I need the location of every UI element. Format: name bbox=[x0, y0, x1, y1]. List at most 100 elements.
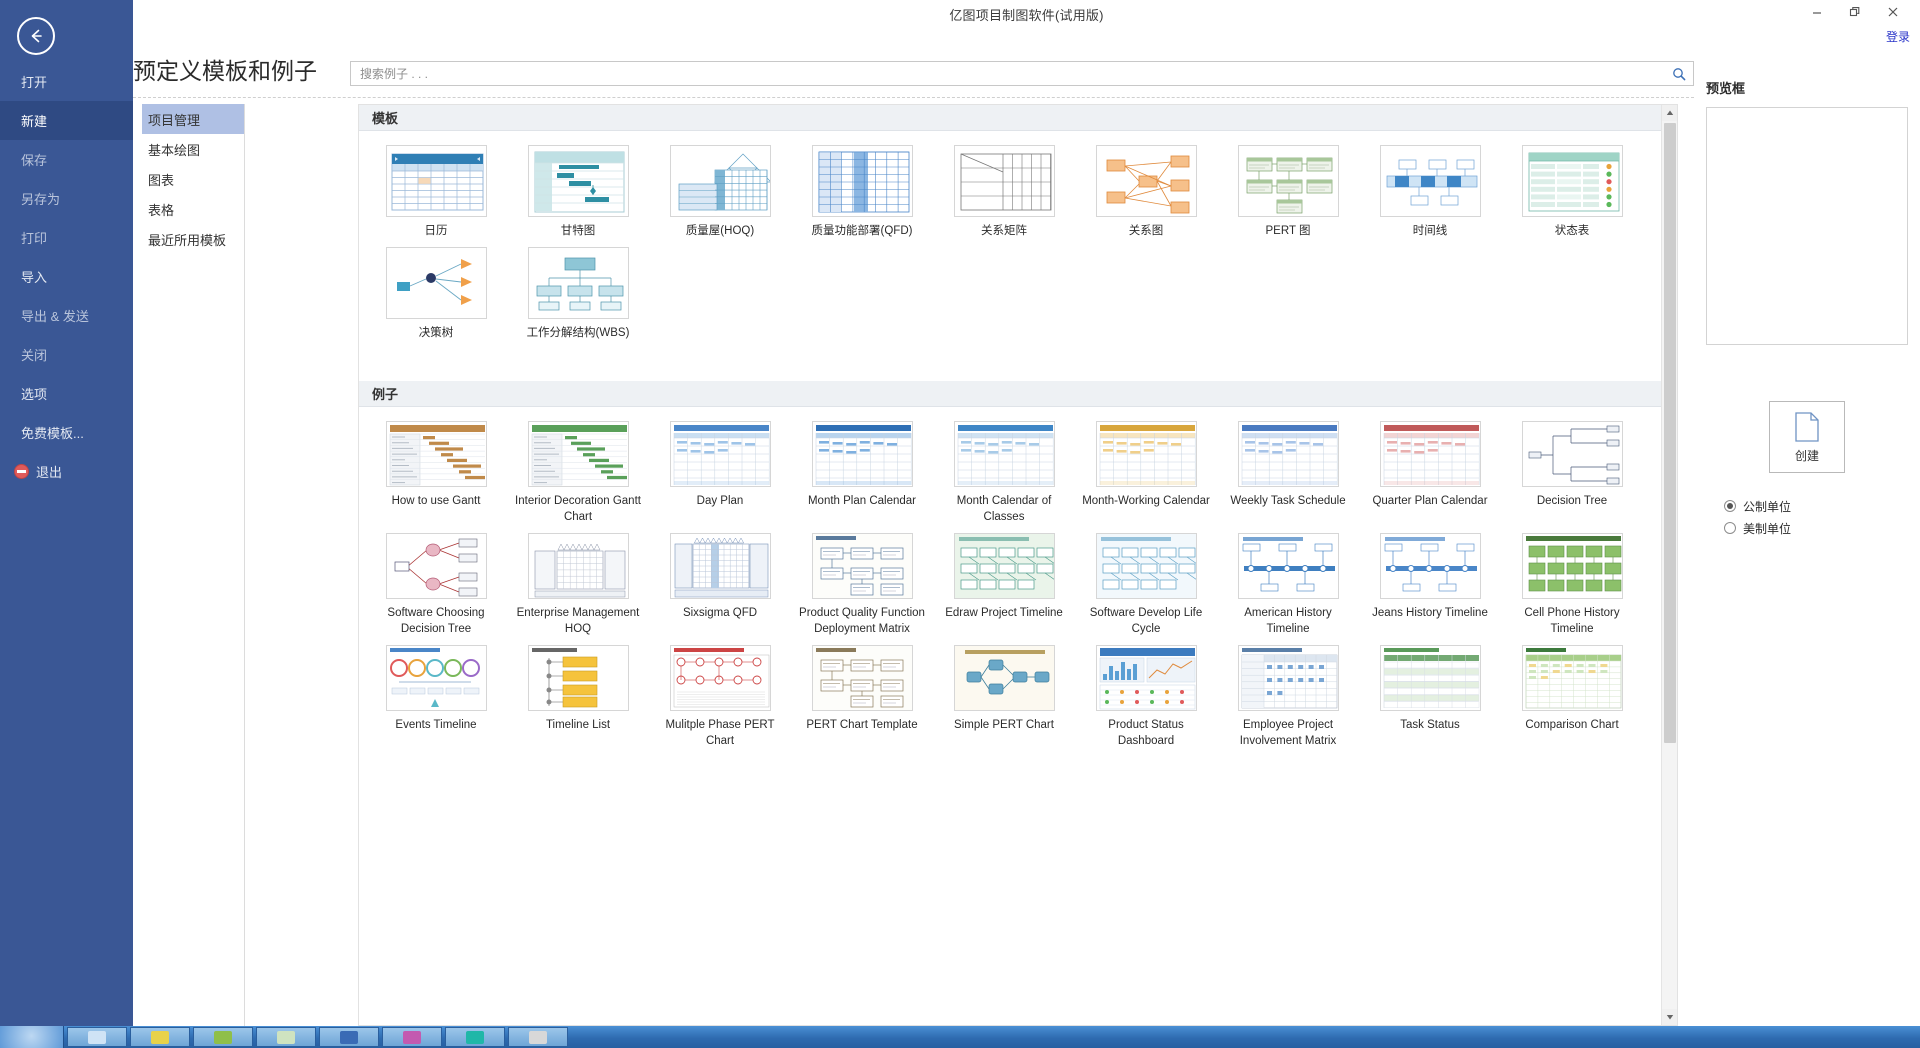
sidebar-item-3[interactable]: 另存为 bbox=[0, 179, 133, 218]
section-title: 模板 bbox=[372, 108, 398, 127]
template-cell[interactable]: 工作分解结构(WBS) bbox=[507, 247, 649, 349]
start-button[interactable] bbox=[0, 1026, 64, 1048]
sidebar-item-label: 导出 & 发送 bbox=[21, 306, 89, 325]
unit-radio-1[interactable]: 美制单位 bbox=[1724, 517, 1920, 539]
template-label: Jeans History Timeline bbox=[1364, 605, 1496, 621]
taskbar-item[interactable] bbox=[193, 1027, 253, 1047]
sidebar-item-9[interactable]: 免费模板... bbox=[0, 413, 133, 452]
template-cell[interactable]: Quarter Plan Calendar bbox=[1359, 421, 1501, 533]
template-cell[interactable]: 决策树 bbox=[365, 247, 507, 349]
taskbar-item[interactable] bbox=[508, 1027, 568, 1047]
sidebar-item-1[interactable]: 新建 bbox=[0, 101, 133, 140]
taskbar-item[interactable] bbox=[256, 1027, 316, 1047]
taskbar-item[interactable] bbox=[382, 1027, 442, 1047]
category-item-2[interactable]: 图表 bbox=[142, 164, 244, 194]
template-label: Edraw Project Timeline bbox=[938, 605, 1070, 621]
template-cell[interactable]: 质量屋(HOQ) bbox=[649, 145, 791, 247]
template-cell[interactable]: Comparison Chart bbox=[1501, 645, 1643, 757]
template-cell[interactable]: Software Develop Life Cycle bbox=[1075, 533, 1217, 645]
template-cell[interactable]: 状态表 bbox=[1501, 145, 1643, 247]
template-cell[interactable]: American History Timeline bbox=[1217, 533, 1359, 645]
restore-button[interactable] bbox=[1836, 0, 1874, 24]
sidebar-item-label: 打印 bbox=[21, 228, 47, 247]
template-cell[interactable]: Sixsigma QFD bbox=[649, 533, 791, 645]
template-label: PERT Chart Template bbox=[796, 717, 928, 733]
template-cell[interactable]: 日历 bbox=[365, 145, 507, 247]
template-cell[interactable]: Decision Tree bbox=[1501, 421, 1643, 533]
template-cell[interactable]: Edraw Project Timeline bbox=[933, 533, 1075, 645]
scroll-up-icon[interactable] bbox=[1662, 105, 1678, 121]
sidebar-item-4[interactable]: 打印 bbox=[0, 218, 133, 257]
template-label: Simple PERT Chart bbox=[938, 717, 1070, 733]
sidebar-item-0[interactable]: 打开 bbox=[0, 62, 133, 101]
template-cell[interactable]: Task Status bbox=[1359, 645, 1501, 757]
sidebar-item-7[interactable]: 关闭 bbox=[0, 335, 133, 374]
template-cell[interactable]: Events Timeline bbox=[365, 645, 507, 757]
template-label: Enterprise Management HOQ bbox=[512, 605, 644, 637]
sidebar-item-2[interactable]: 保存 bbox=[0, 140, 133, 179]
template-cell[interactable]: Enterprise Management HOQ bbox=[507, 533, 649, 645]
login-link[interactable]: 登录 bbox=[1886, 28, 1910, 45]
template-cell[interactable]: Weekly Task Schedule bbox=[1217, 421, 1359, 533]
template-thumbnail bbox=[1238, 645, 1339, 711]
template-cell[interactable]: Jeans History Timeline bbox=[1359, 533, 1501, 645]
search-box[interactable] bbox=[350, 61, 1694, 86]
template-cell[interactable]: Timeline List bbox=[507, 645, 649, 757]
back-arrow-icon[interactable] bbox=[17, 17, 55, 55]
section-title: 例子 bbox=[372, 384, 398, 403]
template-cell[interactable]: 时间线 bbox=[1359, 145, 1501, 247]
scrollbar-thumb[interactable] bbox=[1664, 123, 1676, 743]
template-label: Decision Tree bbox=[1506, 493, 1638, 509]
template-cell[interactable]: Month Calendar of Classes bbox=[933, 421, 1075, 533]
template-cell[interactable]: 关系矩阵 bbox=[933, 145, 1075, 247]
sidebar-item-6[interactable]: 导出 & 发送 bbox=[0, 296, 133, 335]
gallery-scrollbar[interactable] bbox=[1661, 105, 1677, 1025]
template-cell[interactable]: Employee Project Involvement Matrix bbox=[1217, 645, 1359, 757]
template-label: Events Timeline bbox=[370, 717, 502, 733]
template-cell[interactable]: Cell Phone History Timeline bbox=[1501, 533, 1643, 645]
template-thumbnail bbox=[954, 645, 1055, 711]
close-button[interactable] bbox=[1874, 0, 1912, 24]
template-cell[interactable]: 关系图 bbox=[1075, 145, 1217, 247]
template-cell[interactable]: How to use Gantt bbox=[365, 421, 507, 533]
template-cell[interactable]: Month Plan Calendar bbox=[791, 421, 933, 533]
scroll-down-icon[interactable] bbox=[1662, 1009, 1678, 1025]
create-button[interactable]: 创建 bbox=[1769, 401, 1845, 473]
category-item-label: 基本绘图 bbox=[148, 140, 200, 159]
category-item-label: 项目管理 bbox=[148, 110, 200, 129]
category-item-4[interactable]: 最近所用模板 bbox=[142, 224, 244, 254]
template-cell[interactable]: Month-Working Calendar bbox=[1075, 421, 1217, 533]
sidebar-item-8[interactable]: 选项 bbox=[0, 374, 133, 413]
header-divider bbox=[133, 97, 1694, 98]
taskbar-item[interactable] bbox=[130, 1027, 190, 1047]
category-item-3[interactable]: 表格 bbox=[142, 194, 244, 224]
template-cell[interactable]: 甘特图 bbox=[507, 145, 649, 247]
category-item-1[interactable]: 基本绘图 bbox=[142, 134, 244, 164]
unit-radio-0[interactable]: 公制单位 bbox=[1724, 495, 1920, 517]
minimize-button[interactable] bbox=[1798, 0, 1836, 24]
taskbar-item[interactable] bbox=[67, 1027, 127, 1047]
template-cell[interactable]: Mulitple Phase PERT Chart bbox=[649, 645, 791, 757]
template-cell[interactable]: Product Quality Function Deployment Matr… bbox=[791, 533, 933, 645]
taskbar-item[interactable] bbox=[445, 1027, 505, 1047]
category-item-0[interactable]: 项目管理 bbox=[142, 104, 244, 134]
sidebar-item-exit[interactable]: 退出 bbox=[0, 452, 133, 491]
template-cell[interactable]: Software Choosing Decision Tree bbox=[365, 533, 507, 645]
template-label: 关系矩阵 bbox=[938, 223, 1070, 239]
template-label: 时间线 bbox=[1364, 223, 1496, 239]
template-cell[interactable]: Product Status Dashboard bbox=[1075, 645, 1217, 757]
sidebar-item-label: 导入 bbox=[21, 267, 47, 286]
template-cell[interactable]: Simple PERT Chart bbox=[933, 645, 1075, 757]
search-input[interactable] bbox=[358, 62, 1665, 85]
template-cell[interactable]: PERT 图 bbox=[1217, 145, 1359, 247]
search-icon[interactable] bbox=[1670, 65, 1688, 83]
taskbar-item[interactable] bbox=[319, 1027, 379, 1047]
sidebar-item-5[interactable]: 导入 bbox=[0, 257, 133, 296]
template-cell[interactable]: Interior Decoration Gantt Chart bbox=[507, 421, 649, 533]
radio-mark-icon bbox=[1724, 500, 1736, 512]
template-label: Cell Phone History Timeline bbox=[1506, 605, 1638, 637]
template-cell[interactable]: 质量功能部署(QFD) bbox=[791, 145, 933, 247]
sidebar-item-label: 退出 bbox=[36, 462, 62, 481]
template-cell[interactable]: PERT Chart Template bbox=[791, 645, 933, 757]
template-cell[interactable]: Day Plan bbox=[649, 421, 791, 533]
